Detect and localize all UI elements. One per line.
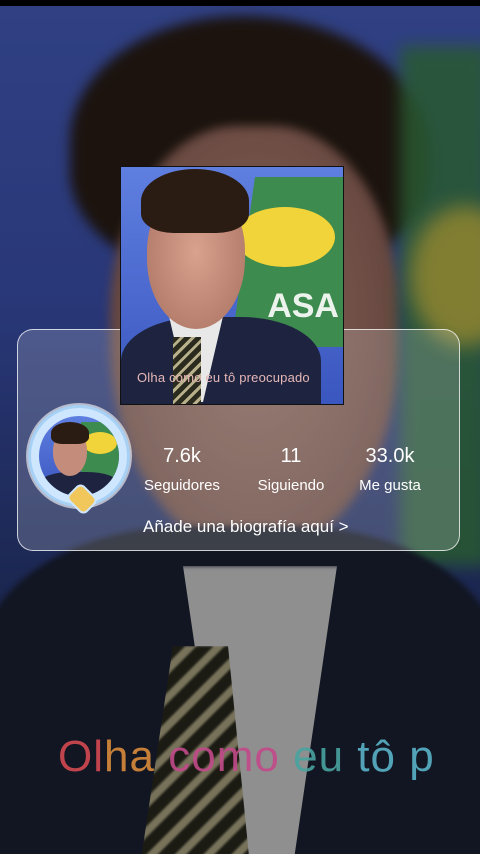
thumb-hair [141, 169, 249, 233]
stat-followers[interactable]: 7.6k Seguidores [138, 445, 226, 494]
stat-following[interactable]: 11 Siguiendo [248, 445, 334, 494]
followers-label: Seguidores [144, 477, 220, 494]
video-caption-text: Olha como eu tô p [58, 732, 435, 781]
video-caption-overlay: Olha como eu tô p [58, 732, 435, 782]
thumb-flag-text: ASA [267, 287, 339, 325]
add-bio-link[interactable]: Añade una biografía aquí > [143, 517, 349, 537]
video-thumbnail[interactable]: ASA Olha como eu tô preocupado [120, 166, 344, 405]
followers-count: 7.6k [163, 445, 201, 467]
avatar-image [39, 416, 119, 496]
thumbnail-caption: Olha como eu tô preocupado [137, 370, 310, 385]
following-count: 11 [280, 445, 302, 467]
avatar-hair [51, 422, 89, 444]
likes-count: 33.0k [365, 445, 415, 467]
likes-label: Me gusta [359, 477, 421, 494]
avatar[interactable] [28, 405, 130, 514]
following-label: Siguiendo [257, 477, 325, 494]
thumb-suit [121, 317, 321, 404]
thumb-flag-yellow [235, 207, 335, 267]
stat-likes[interactable]: 33.0k Me gusta [350, 445, 430, 494]
